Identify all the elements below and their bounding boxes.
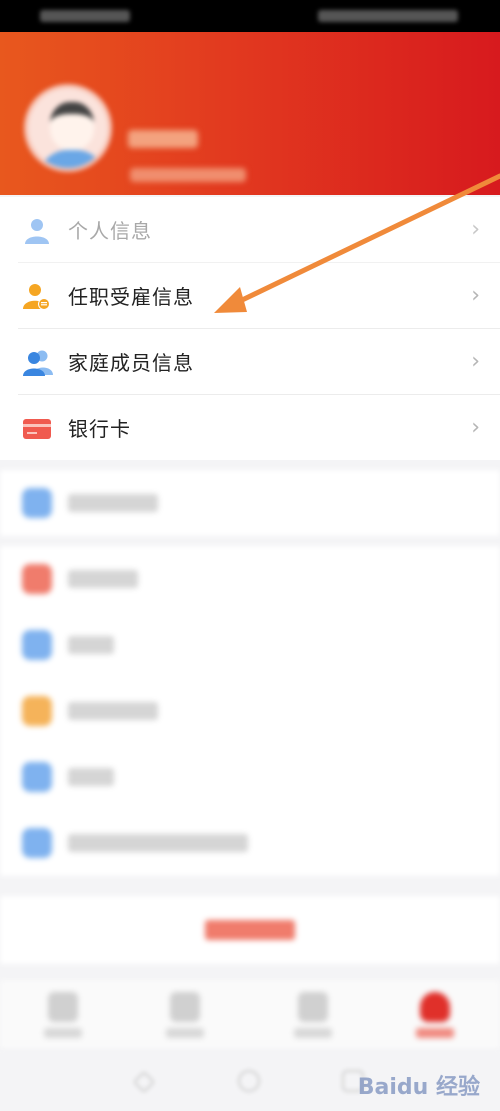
blurred-row[interactable] — [0, 744, 500, 810]
avatar-face — [50, 102, 94, 150]
chevron-right-icon: › — [471, 283, 480, 308]
menu-item-label: 任职受雇信息 — [68, 285, 194, 309]
employee-badge-icon — [22, 283, 52, 311]
chevron-right-icon: › — [471, 217, 480, 242]
tab-label-blurred — [44, 1028, 82, 1038]
user-name-redacted — [128, 130, 198, 148]
blurred-label — [68, 834, 248, 852]
blurred-label — [68, 636, 114, 654]
bank-card-icon — [22, 415, 52, 443]
blurred-icon — [22, 630, 52, 660]
blurred-row[interactable] — [0, 810, 500, 876]
status-right-icons — [318, 10, 458, 22]
logout-section[interactable] — [0, 896, 500, 964]
avatar[interactable] — [24, 84, 112, 172]
blurred-section-2 — [0, 546, 500, 876]
user-icon — [420, 992, 450, 1022]
avatar-body — [38, 150, 106, 168]
status-bar — [0, 0, 500, 32]
home-nav-icon[interactable] — [238, 1070, 260, 1092]
tab-mine[interactable] — [410, 988, 460, 1042]
document-icon — [170, 992, 200, 1022]
watermark: Baidu 经验 — [357, 1075, 480, 1100]
menu-item-label: 银行卡 — [68, 417, 131, 441]
chevron-right-icon: › — [471, 349, 480, 374]
blurred-row[interactable] — [0, 546, 500, 612]
blurred-section-1 — [0, 470, 500, 536]
tab-home[interactable] — [38, 988, 88, 1042]
back-icon[interactable] — [132, 1070, 156, 1094]
family-icon — [22, 349, 53, 377]
person-icon — [22, 217, 52, 245]
blurred-icon — [22, 828, 52, 858]
menu-item-bank-card[interactable]: 银行卡 › — [0, 395, 500, 461]
blurred-label — [68, 570, 138, 588]
menu-item-employment-info[interactable]: 任职受雇信息 › — [0, 263, 500, 329]
logout-button-blurred[interactable] — [205, 920, 295, 940]
blurred-label — [68, 768, 114, 786]
blurred-label — [68, 702, 158, 720]
blurred-row[interactable] — [0, 678, 500, 744]
chevron-right-icon: › — [471, 415, 480, 440]
home-icon — [48, 992, 78, 1022]
tab-label-blurred — [416, 1028, 454, 1038]
bottom-tab-bar — [0, 980, 500, 1050]
tab-label-blurred — [294, 1028, 332, 1038]
tab-office[interactable] — [160, 988, 210, 1042]
blurred-icon — [22, 696, 52, 726]
menu-item-family-info[interactable]: 家庭成员信息 › — [0, 329, 500, 395]
blurred-icon — [22, 762, 52, 792]
menu-item-label: 家庭成员信息 — [68, 351, 194, 375]
menu-item-personal-info[interactable]: 个人信息 › — [0, 197, 500, 263]
blurred-icon — [22, 488, 52, 518]
tab-label-blurred — [166, 1028, 204, 1038]
tab-service[interactable] — [288, 988, 338, 1042]
service-icon — [298, 992, 328, 1022]
blurred-row[interactable] — [0, 612, 500, 678]
user-subtitle-redacted — [130, 168, 246, 182]
personal-info-card: 个人信息 › 任职受雇信息 › 家庭成员信息 › 银行卡 › — [0, 197, 500, 460]
blurred-label — [68, 494, 158, 512]
menu-item-label: 个人信息 — [68, 219, 152, 243]
status-left-icons — [40, 10, 130, 22]
blurred-icon — [22, 564, 52, 594]
profile-header — [0, 32, 500, 195]
